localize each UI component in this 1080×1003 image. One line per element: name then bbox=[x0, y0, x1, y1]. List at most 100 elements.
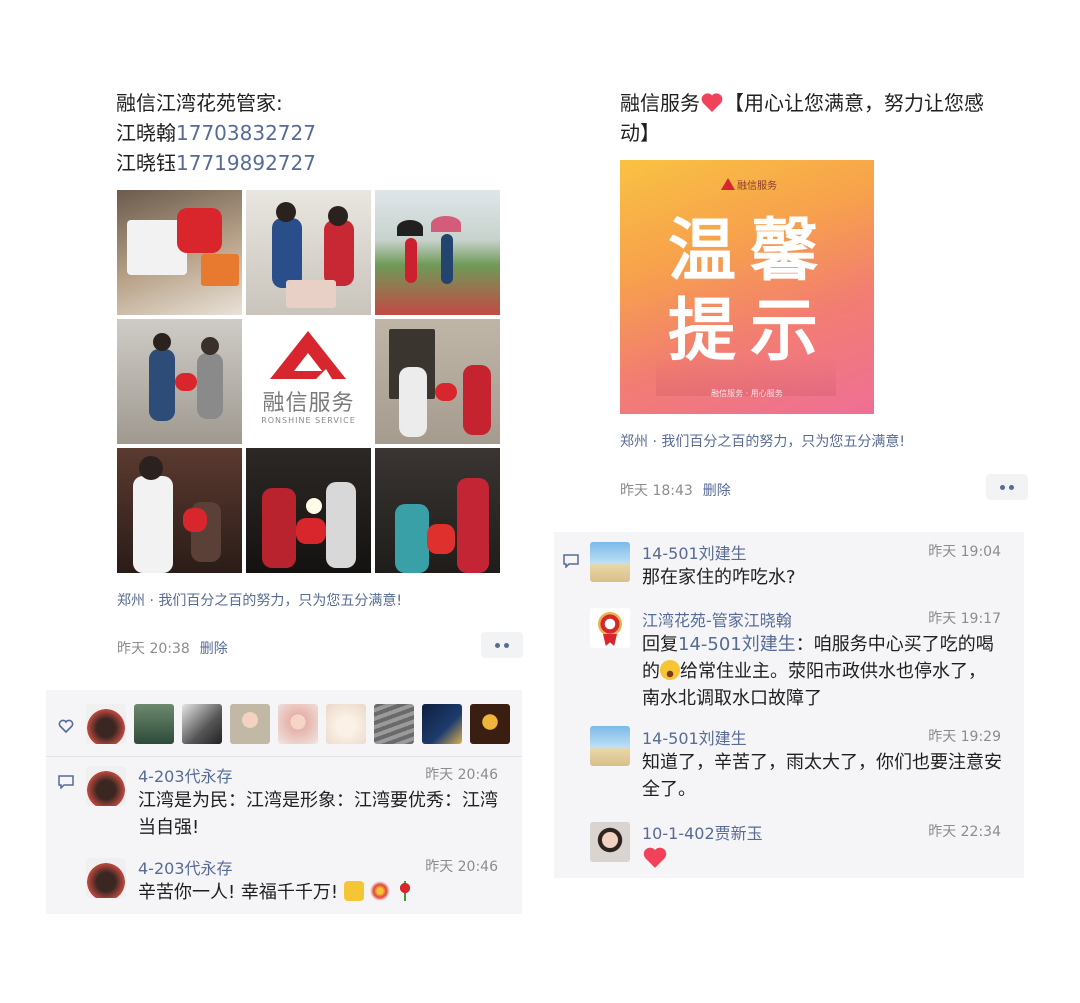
commenter-name[interactable]: 江湾花苑-管家江晓翰 bbox=[642, 607, 792, 631]
reply-to-name[interactable]: 14-501刘建生 bbox=[678, 634, 796, 655]
photo-9[interactable] bbox=[375, 448, 500, 573]
photo-8[interactable] bbox=[246, 448, 371, 573]
photo-7[interactable] bbox=[117, 448, 242, 573]
phone-link-2[interactable]: 17719892727 bbox=[176, 151, 316, 175]
likes-comments-panel: 4-203代永存 昨天 20:46 江湾是为民：江湾是形象：江湾要优秀：江湾 当… bbox=[46, 690, 522, 914]
brand-logo-icon bbox=[721, 178, 735, 190]
commenter-name[interactable]: 4-203代永存 bbox=[138, 855, 233, 879]
liker-avatar[interactable] bbox=[134, 704, 174, 744]
comment-text-line2: 当自强! bbox=[138, 817, 200, 838]
reply-line1: 回复14-501刘建生：咱服务中心买了吃的喝 bbox=[642, 631, 1017, 658]
logo-text: 融信服务 bbox=[262, 391, 355, 416]
comment-text: 辛苦你一人! 幸福千千万! bbox=[138, 879, 416, 906]
comment-text: 那在家住的咋吃水? bbox=[642, 567, 796, 588]
laughing-emoji-icon bbox=[660, 660, 680, 680]
more-actions-button[interactable] bbox=[481, 632, 523, 658]
comment-time: 昨天 20:46 bbox=[425, 859, 498, 875]
thumbs-up-emoji-icon bbox=[343, 881, 364, 901]
photo-grid: 融信服务 RONSHINE SERVICE bbox=[117, 190, 500, 573]
rose-emoji-icon bbox=[395, 881, 416, 901]
poster-image[interactable]: 融信服务 温馨 提示 融信服务 · 用心服务 bbox=[620, 160, 874, 414]
brand-logo-tile[interactable]: 融信服务 RONSHINE SERVICE bbox=[246, 319, 371, 444]
poster-brand: 融信服务 bbox=[737, 181, 777, 192]
comment-text: 江湾是为民：江湾是形象：江湾要优秀：江湾 当自强! bbox=[138, 787, 510, 841]
liker-avatar[interactable] bbox=[470, 704, 510, 744]
comment-time: 昨天 19:04 bbox=[928, 544, 1001, 560]
commenter-avatar[interactable] bbox=[590, 542, 630, 582]
liker-avatar[interactable] bbox=[86, 704, 126, 744]
post-location[interactable]: 郑州 · 我们百分之百的努力，只为您五分满意! bbox=[620, 431, 905, 451]
comment-icon bbox=[563, 554, 579, 568]
contact-name-1: 江晓翰 bbox=[116, 121, 176, 145]
delete-button[interactable]: 删除 bbox=[703, 483, 731, 499]
poster-title-line1: 温馨 bbox=[668, 212, 833, 291]
post-time-row: 昨天 20:38 删除 bbox=[117, 638, 228, 658]
comment-text-line1: 知道了，辛苦了，雨太大了，你们也要注意安 bbox=[642, 752, 1002, 773]
post-body: 融信服务 【用心让您满意，努力让您感 动】 bbox=[620, 88, 1040, 148]
photo-1[interactable] bbox=[117, 190, 242, 315]
post-title-line1: 融信服务 【用心让您满意，努力让您感 bbox=[620, 88, 1040, 118]
commenter-name[interactable]: 14-501刘建生 bbox=[642, 725, 747, 749]
heart-outline-icon bbox=[58, 719, 74, 733]
reply-text-part2a: 的 bbox=[642, 661, 660, 682]
reply-label: 回复 bbox=[642, 634, 678, 655]
photo-6[interactable] bbox=[375, 319, 500, 444]
post-location[interactable]: 郑州 · 我们百分之百的努力，只为您五分满意! bbox=[117, 590, 402, 610]
comment-time: 昨天 20:46 bbox=[425, 767, 498, 783]
reply-text-part1: ：咱服务中心买了吃的喝 bbox=[795, 634, 994, 655]
photo-4[interactable] bbox=[117, 319, 242, 444]
heart-emoji-icon bbox=[643, 847, 667, 868]
photo-3[interactable] bbox=[375, 190, 500, 315]
contact-name-2: 江晓钰 bbox=[116, 151, 176, 175]
post-time: 昨天 18:43 bbox=[620, 483, 693, 499]
comment-icon bbox=[58, 775, 74, 789]
logo-subtext: RONSHINE SERVICE bbox=[261, 416, 356, 425]
more-actions-button[interactable] bbox=[986, 474, 1028, 500]
comment-time: 昨天 22:34 bbox=[928, 824, 1001, 840]
commenter-name[interactable]: 10-1-402贾新玉 bbox=[642, 820, 763, 844]
commenter-avatar[interactable] bbox=[590, 822, 630, 862]
comments-panel: 14-501刘建生 昨天 19:04 那在家住的咋吃水? 江湾花苑-管家江晓翰 … bbox=[554, 532, 1024, 878]
delete-button[interactable]: 删除 bbox=[200, 641, 228, 657]
commenter-avatar[interactable] bbox=[86, 858, 126, 898]
commenter-avatar[interactable] bbox=[86, 766, 126, 806]
ronshine-logo-icon bbox=[270, 331, 346, 379]
comment-text: 回复14-501刘建生：咱服务中心买了吃的喝 的给常住业主。荥阳市政供水也停水了… bbox=[642, 631, 1017, 712]
commenter-name[interactable]: 14-501刘建生 bbox=[642, 540, 747, 564]
photo-2[interactable] bbox=[246, 190, 371, 315]
liker-avatar[interactable] bbox=[374, 704, 414, 744]
left-moment-post: 融信江湾花苑管家: 江晓翰17703832727 江晓钰17719892727 bbox=[0, 0, 540, 1003]
liker-avatar[interactable] bbox=[182, 704, 222, 744]
phone-link-1[interactable]: 17703832727 bbox=[176, 121, 316, 145]
commenter-avatar[interactable] bbox=[590, 608, 630, 648]
liker-avatar[interactable] bbox=[230, 704, 270, 744]
right-moment-post: 融信服务 【用心让您满意，努力让您感 动】 融信服务 温馨 提示 融信服务 · 用… bbox=[540, 0, 1080, 1003]
liker-avatar[interactable] bbox=[326, 704, 366, 744]
commenter-avatar[interactable] bbox=[590, 726, 630, 766]
reply-line3: 南水北调取水口故障了 bbox=[642, 688, 822, 709]
liker-avatar[interactable] bbox=[278, 704, 318, 744]
fireworks-emoji-icon bbox=[369, 881, 390, 901]
heart-emoji-icon bbox=[701, 93, 723, 112]
liker-avatar[interactable] bbox=[422, 704, 462, 744]
poster-footer: 融信服务 · 用心服务 bbox=[711, 389, 783, 398]
post-title-suffix: 【用心让您满意，努力让您感 bbox=[724, 91, 984, 115]
comment-time: 昨天 19:17 bbox=[928, 611, 1001, 627]
comment-time: 昨天 19:29 bbox=[928, 729, 1001, 745]
post-text-line1: 融信江湾花苑管家: bbox=[116, 91, 283, 115]
post-title-prefix: 融信服务 bbox=[620, 91, 700, 115]
reply-line2: 的给常住业主。荥阳市政供水也停水了， bbox=[642, 658, 1017, 685]
comment-text-body: 辛苦你一人! 幸福千千万! bbox=[138, 882, 339, 903]
post-body: 融信江湾花苑管家: 江晓翰17703832727 江晓钰17719892727 bbox=[116, 88, 516, 178]
comment-text-line1: 江湾是为民：江湾是形象：江湾要优秀：江湾 bbox=[138, 790, 498, 811]
comment-text-line2: 全了。 bbox=[642, 779, 696, 800]
post-title-line2: 动】 bbox=[620, 121, 660, 145]
contact-line-2: 江晓钰17719892727 bbox=[116, 148, 516, 178]
divider bbox=[46, 756, 522, 757]
post-time: 昨天 20:38 bbox=[117, 641, 190, 657]
comment-text: 知道了，辛苦了，雨太大了，你们也要注意安 全了。 bbox=[642, 749, 1017, 803]
commenter-name[interactable]: 4-203代永存 bbox=[138, 763, 233, 787]
reply-text-part2b: 给常住业主。荥阳市政供水也停水了， bbox=[680, 661, 986, 682]
badge-medal-icon bbox=[598, 612, 622, 636]
contact-line-1: 江晓翰17703832727 bbox=[116, 118, 516, 148]
